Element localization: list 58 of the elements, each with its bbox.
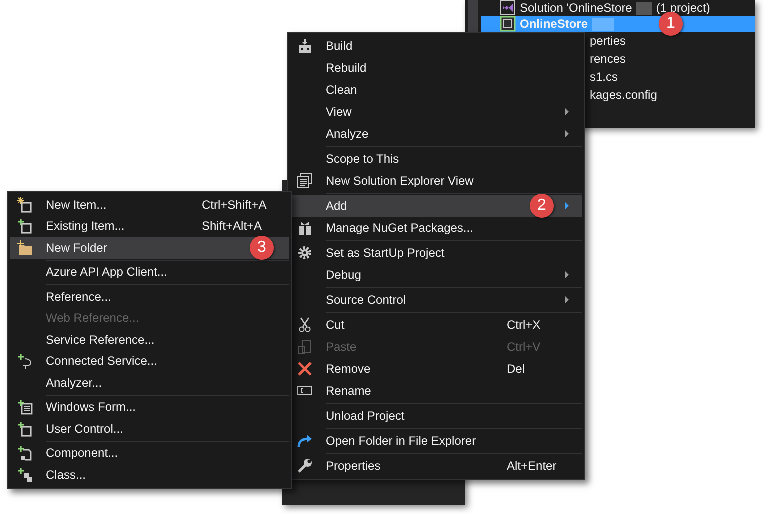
- gift-box-icon: [297, 220, 313, 236]
- plug-icon: [17, 353, 33, 370]
- menu-item[interactable]: Rebuild: [290, 57, 582, 79]
- menu-item[interactable]: Connected Service...: [10, 350, 289, 372]
- menu-item[interactable]: Existing Item... Shift+Alt+A: [10, 216, 289, 237]
- menu-item[interactable]: Debug: [290, 264, 582, 286]
- curved-arrow-icon: [297, 433, 313, 449]
- step-badge: 1: [659, 12, 683, 36]
- menu-item[interactable]: View: [290, 101, 582, 123]
- folder-icon: [17, 240, 33, 256]
- building-icon: [297, 38, 313, 54]
- menu-item[interactable]: Source Control: [290, 289, 582, 311]
- menu-item[interactable]: New Solution Explorer View: [290, 170, 582, 192]
- menu-item[interactable]: Remove Del: [290, 358, 582, 380]
- tree-item-label: OnlineStore: [520, 17, 588, 31]
- plus-square-icon: [17, 218, 33, 234]
- plus-square-icon: [17, 420, 33, 437]
- menu-item[interactable]: Service Reference...: [10, 329, 289, 350]
- menu-item[interactable]: Add 2: [290, 195, 582, 217]
- tree-item-label: kages.config: [590, 88, 658, 102]
- scissors-icon: [297, 317, 313, 333]
- menu-item[interactable]: Scope to This: [290, 148, 582, 170]
- menu-item[interactable]: Set as StartUp Project: [290, 242, 582, 264]
- tree-item-label: rences: [590, 52, 626, 66]
- menu-item[interactable]: Manage NuGet Packages...: [290, 217, 582, 239]
- menu-item[interactable]: Unload Project: [290, 405, 582, 427]
- menu-item[interactable]: Analyze: [290, 123, 582, 145]
- menu-item[interactable]: Properties Alt+Enter: [290, 455, 582, 477]
- form-icon: [17, 399, 33, 416]
- step-badge: 2: [530, 194, 554, 218]
- menu-item[interactable]: Azure API App Client...: [10, 262, 289, 283]
- menu-item[interactable]: Open Folder in File Explorer: [290, 430, 582, 452]
- cross-icon: [297, 361, 313, 377]
- menu-item[interactable]: Build: [290, 35, 582, 57]
- menu-item[interactable]: User Control...: [10, 418, 289, 440]
- plus-blocks-icon: [17, 466, 33, 483]
- gear-icon: [297, 245, 313, 261]
- menu-item[interactable]: Component...: [10, 442, 289, 464]
- menu-item[interactable]: Class...: [10, 464, 289, 486]
- menu-item[interactable]: Clean: [290, 79, 582, 101]
- menu-item[interactable]: New Item... Ctrl+Shift+A: [10, 194, 289, 216]
- tree-item-label: perties: [590, 34, 626, 48]
- plus-page-icon: [17, 445, 33, 462]
- menu-item[interactable]: Cut Ctrl+X: [290, 314, 582, 336]
- wrench-icon: [297, 458, 313, 474]
- solution-icon: [500, 0, 516, 16]
- menu-item[interactable]: Analyzer...: [10, 372, 289, 394]
- tree-item-suffix: (1 project): [656, 1, 710, 15]
- document-stack-icon: [297, 173, 313, 189]
- menu-item[interactable]: Windows Form...: [10, 396, 289, 418]
- menu-item[interactable]: Rename: [290, 380, 582, 402]
- menu-item[interactable]: New Folder 3: [10, 237, 289, 258]
- clipboard-icon: [297, 339, 313, 355]
- step-badge: 3: [250, 236, 274, 260]
- tree-item-label: Solution 'OnlineStore: [520, 1, 632, 15]
- sparkle-square-icon: [17, 196, 33, 213]
- menu-item[interactable]: Reference...: [10, 286, 289, 308]
- tree-item-label: s1.cs: [590, 70, 618, 84]
